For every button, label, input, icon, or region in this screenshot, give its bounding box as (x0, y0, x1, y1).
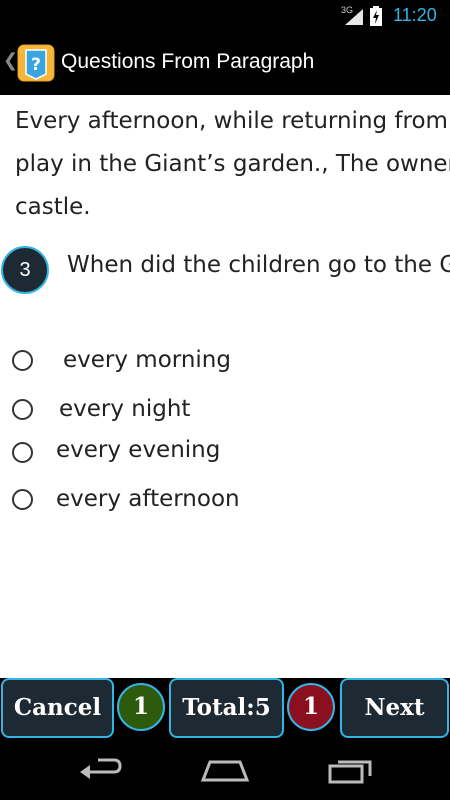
back-icon[interactable] (78, 756, 122, 784)
option-label[interactable]: every night (59, 396, 190, 422)
page-title: Questions From Paragraph (61, 50, 315, 73)
question-number-badge: 3 (1, 246, 49, 294)
radio-button[interactable] (12, 442, 33, 463)
signal-icon (345, 9, 363, 25)
total-questions-label: Total:5 (169, 678, 284, 738)
question-content: Every afternoon, while returning from sc… (0, 95, 450, 678)
reading-paragraph: Every afternoon, while returning from sc… (15, 100, 450, 229)
svg-text:?: ? (31, 55, 41, 75)
radio-button[interactable] (12, 489, 33, 510)
recent-apps-icon[interactable] (328, 756, 374, 784)
battery-charging-icon (370, 6, 382, 26)
wrong-count-badge: 1 (287, 683, 335, 731)
correct-count-badge: 1 (117, 683, 165, 731)
cancel-button[interactable]: Cancel (1, 678, 114, 738)
action-bar: ❮ ? Questions From Paragraph (0, 33, 450, 95)
paragraph-line: Every afternoon, while returning from sc… (15, 108, 450, 134)
next-button[interactable]: Next (340, 678, 449, 738)
question-mark-icon[interactable]: ? (16, 43, 56, 83)
option-label[interactable]: every morning (63, 347, 231, 373)
option-label[interactable]: every afternoon (56, 486, 240, 512)
paragraph-line: castle. (15, 194, 91, 220)
system-navigation-bar (0, 740, 450, 800)
question-text: When did the children go to the Giant’s … (67, 252, 450, 278)
radio-button[interactable] (12, 350, 33, 371)
paragraph-line: play in the Giant’s garden., The owner o… (15, 151, 450, 177)
radio-button[interactable] (12, 399, 33, 420)
option-label[interactable]: every evening (56, 437, 220, 463)
clock: 11:20 (393, 5, 437, 25)
home-icon[interactable] (200, 756, 250, 784)
quiz-control-bar: Cancel 1 Total:5 1 Next (0, 678, 450, 740)
status-bar: 3G 11:20 (0, 0, 450, 33)
